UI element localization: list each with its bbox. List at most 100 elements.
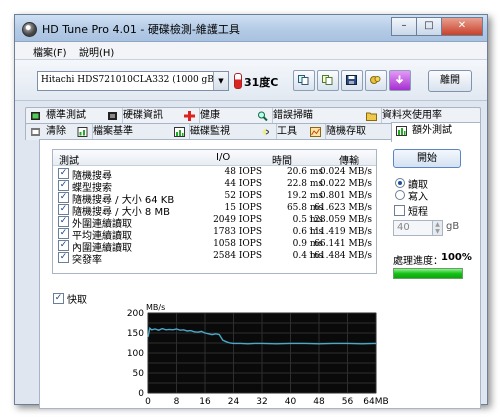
read-radio[interactable] — [395, 178, 405, 188]
row-checkbox[interactable]: ✓ — [58, 180, 69, 191]
table-row[interactable]: ✓ 平均連續讀取 1783 IOPS 0.6 ms 111.419 MB/s — [53, 227, 376, 242]
minimize-button[interactable]: – — [391, 17, 417, 36]
drive-select-value: Hitachi HDS721010CLA332 (1000 gB) — [41, 75, 218, 85]
maximize-button[interactable]: □ — [416, 17, 442, 36]
row-checkbox[interactable]: ✓ — [58, 204, 69, 215]
title-bar[interactable]: HD Tune Pro 4.01 - 硬碟檢測-維護工具 – □ ✕ — [15, 15, 487, 42]
x-tick-label: 64MB — [363, 397, 388, 406]
save-icon — [346, 75, 357, 85]
exit-button[interactable]: 離開 — [428, 70, 472, 92]
x-tick-label: 48 — [313, 397, 325, 406]
app-window: HD Tune Pro 4.01 - 硬碟檢測-維護工具 – □ ✕ 檔案(F)… — [14, 14, 488, 409]
app-disk-icon — [22, 22, 37, 37]
drive-select[interactable]: Hitachi HDS721010CLA332 (1000 gB) ▼ — [37, 71, 229, 91]
benchmark-icon — [31, 112, 40, 120]
write-radio[interactable] — [395, 190, 405, 200]
progress-label: 處理進度： — [393, 256, 443, 267]
temperature-readout: 31度C — [244, 76, 279, 89]
thermometer-icon — [234, 73, 242, 89]
short-stroke-checkbox[interactable] — [394, 205, 405, 216]
toolbar: Hitachi HDS721010CLA332 (1000 gB) ▼ 31度C… — [15, 60, 487, 101]
row-checkbox[interactable]: ✓ — [58, 240, 69, 251]
table-row[interactable]: ✓ 內圍連續讀取 1058 IOPS 0.9 ms 66.141 MB/s — [53, 239, 376, 254]
y-tick-label: 0 — [138, 389, 144, 399]
copy-info-button[interactable] — [293, 70, 315, 91]
x-tick-label: 24 — [228, 397, 240, 406]
options-button[interactable] — [365, 70, 387, 91]
extra-tests-icon — [396, 126, 407, 136]
row-checkbox[interactable]: ✓ — [58, 228, 69, 239]
tab-erase-label: 清除 — [46, 126, 66, 137]
table-row[interactable]: ✓ 隨機搜尋 48 IOPS 20.6 ms 0.024 MB/s — [53, 167, 376, 182]
table-row[interactable]: ✓ 突發率 2584 IOPS 0.4 ms 161.484 MB/s — [53, 251, 376, 266]
table-row[interactable]: ✓ 外圍連續讀取 2049 IOPS 0.5 ms 128.059 MB/s — [53, 215, 376, 230]
menu-file[interactable]: 檔案(F) — [33, 44, 67, 59]
download-button[interactable] — [389, 70, 411, 91]
row-checkbox[interactable]: ✓ — [58, 216, 69, 227]
window-controls: – □ ✕ — [391, 17, 483, 36]
chevron-down-icon[interactable]: ▼ — [213, 72, 228, 90]
row-time: 20.6 ms — [286, 167, 323, 177]
folder-usage-icon — [366, 112, 377, 121]
extra-tests-panel: 測試 I/O 時間 傳輸 ✓ 隨機搜尋 48 IOPS 20.6 ms 0.02… — [39, 139, 481, 409]
header-transfer: 傳輸 — [339, 156, 359, 167]
info-icon — [108, 112, 117, 120]
row-checkbox[interactable]: ✓ — [58, 192, 69, 203]
x-tick-label: 56 — [342, 397, 354, 406]
tab-disk-monitor-label: 磁碟監視 — [190, 126, 230, 137]
results-header: 測試 I/O 時間 傳輸 — [53, 150, 376, 167]
row-transfer: 61.623 MB/s — [314, 203, 372, 213]
row-transfer: 0.024 MB/s — [319, 167, 372, 177]
x-tick-label: 16 — [199, 397, 211, 406]
file-benchmark-icon — [77, 127, 88, 137]
row-io: 1058 IOPS — [213, 239, 262, 249]
tab-extra-tests[interactable]: 額外測試 — [391, 122, 481, 142]
tab-health-label: 健康 — [200, 110, 220, 121]
tab-tools-label: 工具 — [277, 126, 297, 137]
header-io: I/O — [216, 152, 231, 163]
options-icon — [370, 76, 381, 84]
row-io: 2584 IOPS — [213, 251, 262, 261]
save-button[interactable] — [341, 70, 363, 91]
y-tick-label: 100 — [127, 349, 144, 359]
fast-checkbox[interactable]: ✓ — [53, 293, 64, 304]
tab-random-access-label: 隨機存取 — [326, 126, 366, 137]
short-stroke-value: 40 — [397, 222, 410, 233]
random-access-icon — [310, 127, 321, 137]
write-radio-label: 寫入 — [408, 192, 428, 203]
row-io: 52 IOPS — [224, 191, 262, 201]
copy-screen-button[interactable] — [317, 70, 339, 91]
row-io: 15 IOPS — [224, 203, 262, 213]
health-icon — [184, 111, 195, 121]
table-row[interactable]: ✓ 隨機搜尋 / 大小 8 MB 15 IOPS 65.8 ms 61.623 … — [53, 203, 376, 218]
short-stroke-input[interactable]: 40 ▲ ▼ — [393, 220, 443, 236]
table-row[interactable]: ✓ 隨機搜尋 / 大小 64 KB 52 IOPS 19.2 ms 0.801 … — [53, 191, 376, 206]
short-stroke-label: 短程 — [408, 207, 428, 218]
close-button[interactable]: ✕ — [441, 17, 483, 36]
tab-row-bottom: 清除 檔案基準 磁碟監視 工具 隨機存取 額外測試 — [25, 122, 481, 142]
short-stroke-unit: gB — [446, 221, 460, 232]
x-tick-label: 32 — [256, 397, 267, 406]
table-row[interactable]: ✓ 蝶型搜索 44 IOPS 22.8 ms 0.022 MB/s — [53, 179, 376, 194]
x-tick-label: 8 — [174, 397, 180, 406]
row-time: 22.8 ms — [286, 179, 323, 189]
progress-bar — [393, 268, 463, 279]
row-time: 19.2 ms — [286, 191, 323, 201]
progress-value: 100% — [441, 252, 472, 263]
fast-label: 快取 — [67, 295, 87, 306]
row-test-name: 突發率 — [72, 255, 102, 266]
x-tick-label: 40 — [285, 397, 297, 406]
row-io: 2049 IOPS — [213, 215, 262, 225]
start-button[interactable]: 開始 — [393, 149, 461, 168]
tools-icon — [262, 128, 269, 136]
row-checkbox[interactable]: ✓ — [58, 168, 69, 179]
menu-help[interactable]: 說明(H) — [79, 44, 114, 59]
window-title: HD Tune Pro 4.01 - 硬碟檢測-維護工具 — [42, 23, 240, 36]
tab-file-benchmark-label: 檔案基準 — [93, 126, 133, 137]
spinner-arrows-icon[interactable]: ▲ ▼ — [432, 221, 442, 235]
transfer-chart: 0 50 100 150 200 0 8 16 24 32 40 48 56 64MB MB/s — [127, 303, 389, 406]
row-checkbox[interactable]: ✓ — [58, 252, 69, 263]
row-transfer: 111.419 MB/s — [308, 227, 372, 237]
tab-folder-usage-label: 資料夾使用率 — [382, 110, 442, 121]
tab-extra-tests-label: 額外測試 — [412, 125, 452, 136]
